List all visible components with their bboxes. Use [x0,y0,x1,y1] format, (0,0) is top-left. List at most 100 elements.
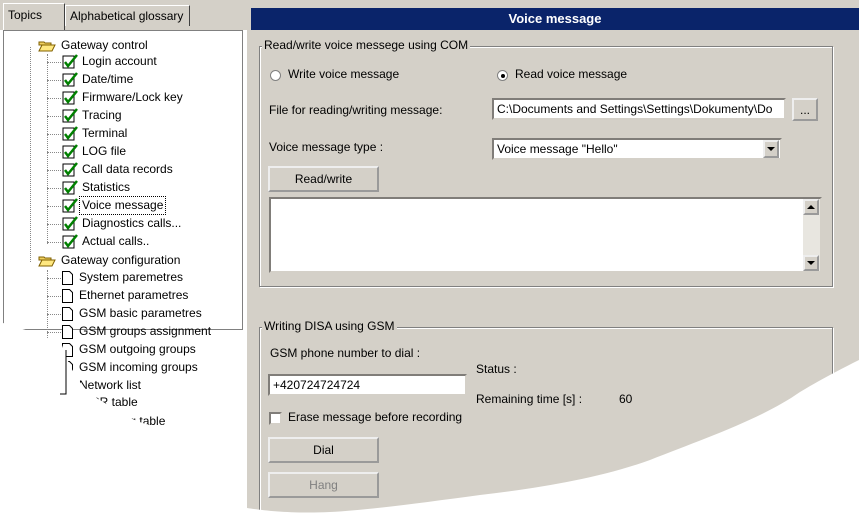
tree-item-label: GSM basic parametres [79,306,202,320]
tree-line [47,332,61,333]
tree-line [47,80,61,81]
tree-item-label: Gateway configuration [61,253,181,267]
tree-item-label: Diagnostics calls... [82,216,182,230]
checked-page-icon [62,144,78,159]
tree-line [47,296,61,297]
checked-page-icon [62,72,78,87]
tree-item-system-paremetres[interactable]: System paremetres [62,269,185,286]
folder-open-icon [38,39,56,53]
tree-item-label: LOG file [82,144,127,158]
tree-item-actual-calls[interactable]: Actual calls.. [62,233,151,250]
phone-number-field[interactable]: +420724724724 [268,374,467,396]
tree-item-partial[interactable]: ion [152,432,172,449]
page-icon [62,378,73,393]
tree-item-statistics[interactable]: Statistics [62,179,132,196]
tree-item-date-time[interactable]: Date/time [62,71,135,88]
tree-line [47,386,61,387]
checked-page-icon [62,126,78,141]
tree-item-log-file[interactable]: LOG file [62,143,128,160]
tree-item-tracing[interactable]: Tracing [62,107,124,124]
tab-alphabetical-glossary[interactable]: Alphabetical glossary [65,5,190,26]
page-icon [62,270,73,285]
page-icon [62,288,73,303]
read-radio[interactable] [497,70,508,81]
tree-line [47,206,61,207]
dial-button[interactable]: Dial [268,437,379,463]
message-log-textarea[interactable] [269,197,822,273]
tree-line [47,242,61,243]
tab-topics[interactable]: Topics [3,3,65,30]
read-radio-label[interactable]: Read voice message [515,67,627,81]
write-radio[interactable] [270,70,281,81]
tree-item-gsm-basic-parametres[interactable]: GSM basic parametres [62,305,204,322]
tree-line [47,314,61,315]
tree-item-gsm-groups-assignment[interactable]: GSM groups assignment [62,323,213,340]
tree-item-label: Login account [82,54,157,68]
voice-type-select[interactable]: Voice message "Hello" [492,138,782,160]
tree-item-label: Call data records [82,162,173,176]
checked-page-icon [62,180,78,195]
file-path-field[interactable]: C:\Documents and Settings\Settings\Dokum… [492,98,786,120]
tree-item-gsm-outgoing-groups[interactable]: GSM outgoing groups [62,341,198,358]
browse-button[interactable]: ... [792,98,818,121]
tree-item-label: Voice message [78,196,167,215]
erase-checkbox-label[interactable]: Erase message before recording [288,410,462,424]
tree-line [47,54,48,244]
tree-item-label: GSM outgoing groups [79,342,196,356]
rw-group-title: Read/write voice messege using COM [262,38,471,52]
phone-label: GSM phone number to dial : [270,346,421,360]
tree-line [47,368,61,369]
tree-item-label: Gateway control [61,38,148,52]
disa-group-title: Writing DISA using GSM [262,319,397,333]
tree-item-label: GSM incoming groups [79,360,198,374]
scroll-up-icon[interactable] [803,199,819,215]
checked-page-icon [62,216,78,231]
window-title: Voice message [251,8,859,30]
remaining-time-value: 60 [619,392,633,406]
tree-line [47,116,61,117]
erase-checkbox[interactable] [269,412,282,425]
read-write-button[interactable]: Read/write [268,166,379,192]
page-icon [62,324,73,339]
checked-page-icon [62,198,78,213]
write-radio-label[interactable]: Write voice message [288,67,399,81]
tree-item-voice-message[interactable]: Voice message [62,196,167,215]
tree-line [47,350,61,351]
page-icon [62,306,73,321]
tree-item-ethernet-parametres[interactable]: Ethernet parametres [62,287,190,304]
tree-item-gateway-configuration[interactable]: Gateway configuration [38,252,182,269]
tree-item-label: Firmware/Lock key [82,90,183,104]
page-icon [62,360,73,375]
checked-page-icon [62,90,78,105]
tree-item-cr-table[interactable]: CR table [89,394,140,411]
tree-line [47,98,61,99]
hang-button[interactable]: Hang [268,472,379,498]
tree-item-label: Date/time [82,72,134,86]
tree-item-diagnostics-calls[interactable]: Diagnostics calls... [62,215,183,232]
tree-item-network-list[interactable]: Network list [62,377,143,394]
checked-page-icon [62,234,78,249]
folder-open-icon [38,254,56,268]
tree-item-gateway-control[interactable]: Gateway control [38,37,150,54]
tree-line [30,47,31,262]
tree-line [47,134,61,135]
tree-item-label: Tracing [82,108,122,122]
file-label: File for reading/writing message: [269,103,443,117]
tree-line [47,278,61,279]
tree-line [47,224,61,225]
tab-strip: Topics Alphabetical glossary [0,0,247,30]
tree-line [47,170,61,171]
tree-item-firmware-lock-key[interactable]: Firmware/Lock key [62,89,185,106]
tree-line [47,188,61,189]
scroll-down-icon[interactable] [803,255,819,271]
tree-item-label: Network list [79,378,142,392]
tree-item-call-data-records[interactable]: Call data records [62,161,175,178]
tree-item-routing-table[interactable]: uting table [108,413,167,430]
tree-item-login-account[interactable]: Login account [62,53,159,70]
remaining-time-label: Remaining time [s] : [476,392,583,406]
tree-line [47,152,61,153]
tree-item-terminal[interactable]: Terminal [62,125,129,142]
dropdown-arrow-icon[interactable] [763,140,779,158]
checked-page-icon [62,108,78,123]
tree-item-gsm-incoming-groups[interactable]: GSM incoming groups [62,359,200,376]
